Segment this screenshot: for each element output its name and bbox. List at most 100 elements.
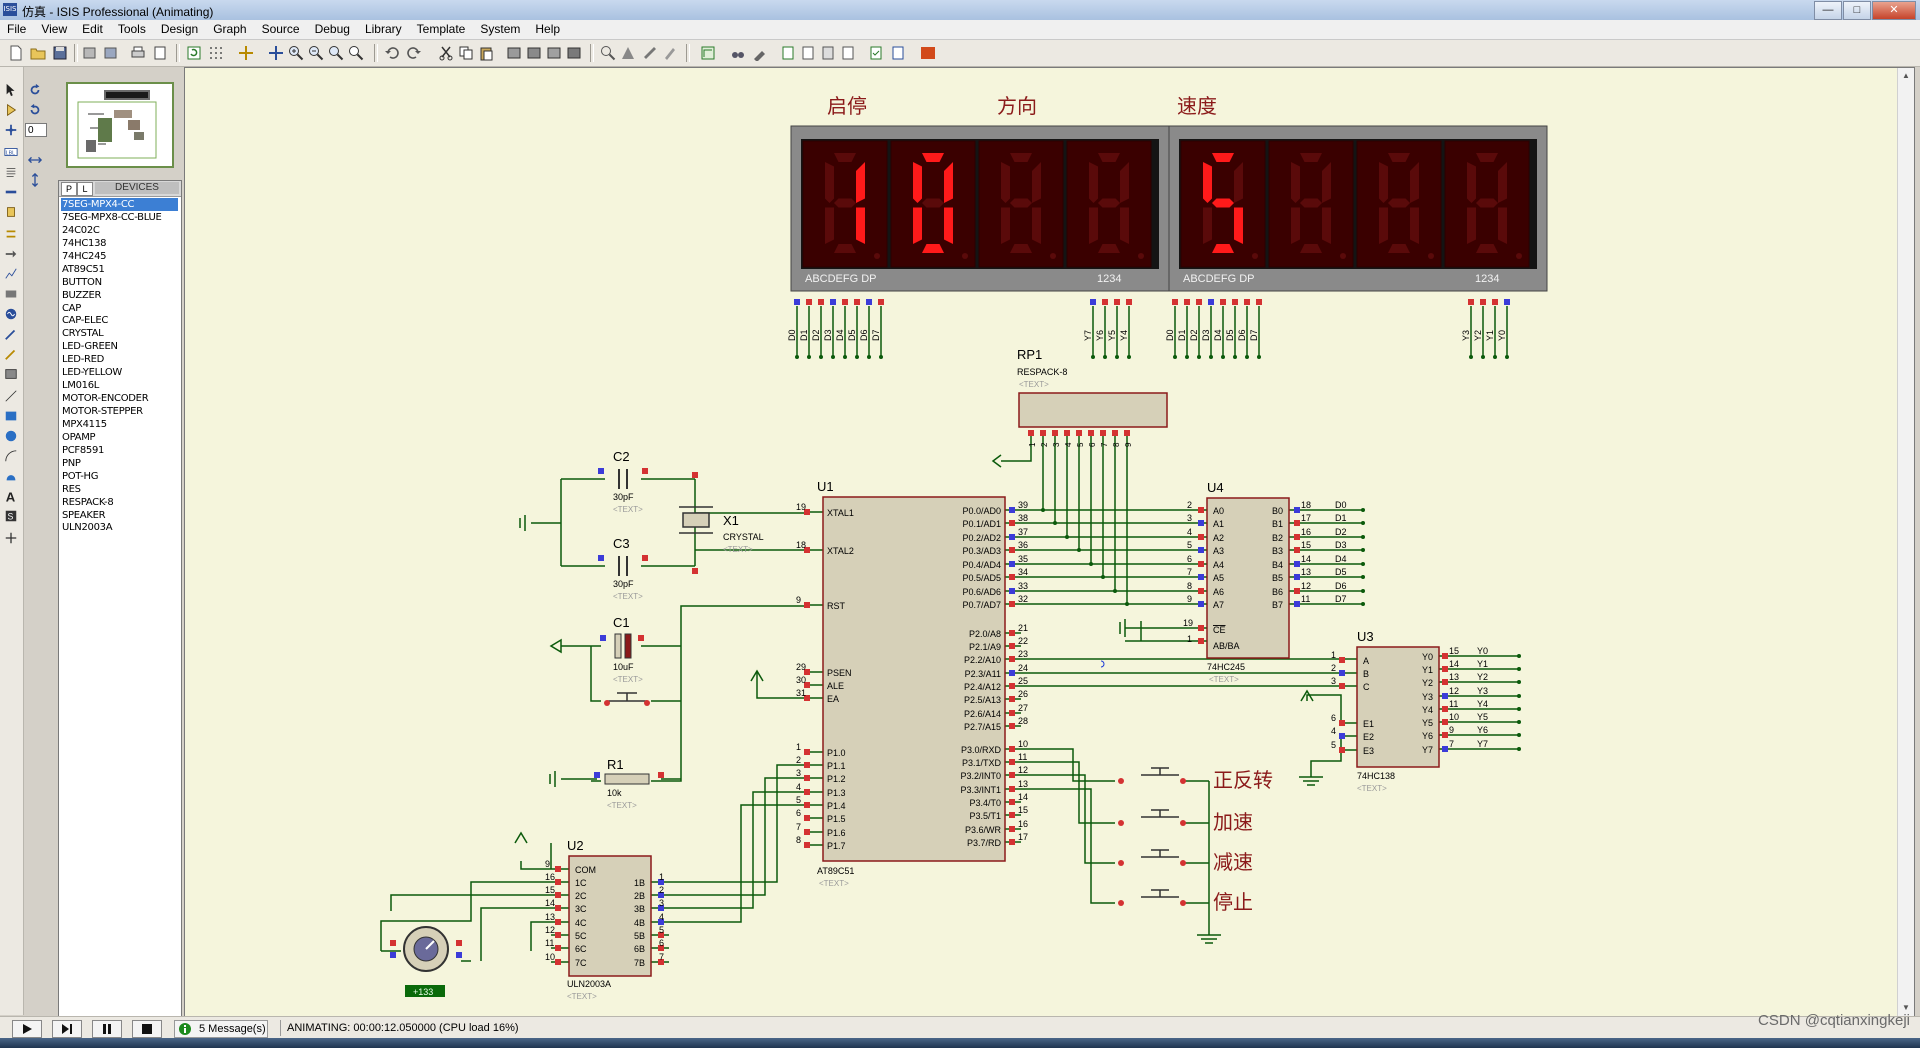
wire[interactable] xyxy=(1306,694,1342,777)
wire[interactable] xyxy=(1021,658,1357,687)
menu-help[interactable]: Help xyxy=(528,20,568,36)
step-button[interactable] xyxy=(52,1020,82,1038)
device-list-item[interactable]: OPAMP xyxy=(61,431,178,444)
text-tool-icon[interactable]: A xyxy=(3,489,19,503)
device-list-item[interactable]: LED-YELLOW xyxy=(61,366,178,379)
bus-icon[interactable] xyxy=(3,185,19,199)
reset-button[interactable] xyxy=(607,692,647,702)
device-list-item[interactable]: 74HC245 xyxy=(61,250,178,263)
device-list-item[interactable]: 24C02C xyxy=(61,224,178,237)
pick-device-icon[interactable] xyxy=(600,45,616,61)
schematic-editor[interactable]: ABCDEFG DP 1234 ABCDEFG DP 1234 启停 方向 速度 D0 D1 D2… xyxy=(184,67,1915,1017)
device-list-item[interactable]: BUZZER xyxy=(61,289,178,302)
selection-mode-icon[interactable] xyxy=(3,83,19,97)
device-list-item[interactable]: CRYSTAL xyxy=(61,327,178,340)
voltage-probe-icon[interactable] xyxy=(3,327,19,341)
graph-mode-icon[interactable] xyxy=(3,267,19,281)
redraw-icon[interactable] xyxy=(186,45,202,61)
zoom-area-icon[interactable] xyxy=(348,45,364,61)
play-button[interactable] xyxy=(12,1020,42,1038)
c1-plate[interactable] xyxy=(614,633,622,659)
wire-label-icon[interactable]: LBL xyxy=(3,145,19,159)
subcircuit-icon[interactable] xyxy=(3,205,19,219)
open-folder-icon[interactable] xyxy=(30,45,46,61)
block-delete-icon[interactable] xyxy=(566,45,582,61)
device-list-item[interactable]: ULN2003A xyxy=(61,521,178,534)
bill-of-materials-icon[interactable] xyxy=(840,45,856,61)
device-list-item[interactable]: POT-HG xyxy=(61,470,178,483)
c3-plates[interactable] xyxy=(618,556,628,576)
minimize-button[interactable]: — xyxy=(1814,1,1842,20)
wire[interactable] xyxy=(1021,774,1209,864)
maximize-button[interactable]: □ xyxy=(1843,1,1871,20)
terminals-icon[interactable] xyxy=(3,227,19,241)
r1-body[interactable] xyxy=(604,773,650,785)
electrical-check-icon[interactable] xyxy=(868,45,884,61)
block-move-icon[interactable] xyxy=(526,45,542,61)
print-icon[interactable] xyxy=(130,45,146,61)
path-tool-icon[interactable] xyxy=(3,469,19,483)
marker-tool-icon[interactable] xyxy=(3,531,19,545)
generator-icon[interactable] xyxy=(3,307,19,321)
menu-debug[interactable]: Debug xyxy=(308,20,358,36)
push-button[interactable] xyxy=(1141,889,1179,898)
menu-edit[interactable]: Edit xyxy=(75,20,111,36)
device-pins-icon[interactable] xyxy=(3,247,19,261)
rotate-anticlockwise-icon[interactable] xyxy=(27,103,43,117)
origin-icon[interactable] xyxy=(238,45,254,61)
text-script-icon[interactable] xyxy=(3,165,19,179)
wire-autorouter-icon[interactable] xyxy=(700,45,716,61)
device-list-item[interactable]: 7SEG-MPX8-CC-BLUE xyxy=(61,211,178,224)
wire[interactable] xyxy=(561,605,806,782)
pause-button[interactable] xyxy=(92,1020,122,1038)
rotate-clockwise-icon[interactable] xyxy=(27,83,43,97)
push-button[interactable] xyxy=(1141,809,1179,818)
crystal-body[interactable] xyxy=(682,512,710,528)
print-area-icon[interactable] xyxy=(152,45,168,61)
vertical-scrollbar[interactable]: ▲ ▼ xyxy=(1897,68,1914,1016)
current-probe-icon[interactable] xyxy=(3,347,19,361)
block-copy-icon[interactable] xyxy=(506,45,522,61)
mirror-x-icon[interactable] xyxy=(27,153,43,167)
menu-graph[interactable]: Graph xyxy=(206,20,254,36)
tape-recorder-icon[interactable] xyxy=(3,287,19,301)
zoom-in-icon[interactable] xyxy=(288,45,304,61)
device-list-item[interactable]: RES xyxy=(61,483,178,496)
push-button[interactable] xyxy=(1141,767,1179,776)
wire[interactable] xyxy=(669,764,806,923)
block-rotate-icon[interactable] xyxy=(546,45,562,61)
device-list-item[interactable]: SPEAKER xyxy=(61,509,178,522)
search-tag-icon[interactable] xyxy=(730,45,746,61)
import-section-icon[interactable] xyxy=(82,45,98,61)
device-list-item[interactable]: CAP xyxy=(61,302,178,315)
device-list-item[interactable]: 7SEG-MPX4-CC xyxy=(61,198,178,211)
arc-tool-icon[interactable] xyxy=(3,449,19,463)
menu-file[interactable]: File xyxy=(0,20,34,36)
wire[interactable] xyxy=(1125,621,1207,642)
schematic-canvas[interactable]: ABCDEFG DP 1234 ABCDEFG DP 1234 启停 方向 速度 D0 D1 D2… xyxy=(185,68,1897,1016)
device-list-item[interactable]: RESPACK-8 xyxy=(61,496,178,509)
undo-icon[interactable] xyxy=(384,45,400,61)
rp1-body[interactable] xyxy=(1018,392,1168,428)
wire[interactable] xyxy=(1021,761,1209,824)
wire[interactable] xyxy=(1001,447,1032,462)
menu-template[interactable]: Template xyxy=(410,20,474,36)
device-list-item[interactable]: LED-RED xyxy=(61,353,178,366)
paste-icon[interactable] xyxy=(478,45,494,61)
menu-design[interactable]: Design xyxy=(154,20,206,36)
scroll-up-arrow-icon[interactable]: ▲ xyxy=(1900,70,1912,82)
device-list-item[interactable]: PCF8591 xyxy=(61,444,178,457)
c2-plates[interactable] xyxy=(618,469,628,489)
new-file-icon[interactable] xyxy=(8,45,24,61)
exit-to-parent-icon[interactable] xyxy=(820,45,836,61)
zoom-out-icon[interactable] xyxy=(308,45,324,61)
overview-window[interactable] xyxy=(66,82,174,168)
box-tool-icon[interactable] xyxy=(3,409,19,423)
menu-library[interactable]: Library xyxy=(358,20,410,36)
zoom-all-icon[interactable] xyxy=(328,45,344,61)
make-device-icon[interactable] xyxy=(620,45,636,61)
wire[interactable] xyxy=(531,478,806,567)
grid-icon[interactable] xyxy=(208,45,224,61)
redo-icon[interactable] xyxy=(406,45,422,61)
device-list-item[interactable]: AT89C51 xyxy=(61,263,178,276)
